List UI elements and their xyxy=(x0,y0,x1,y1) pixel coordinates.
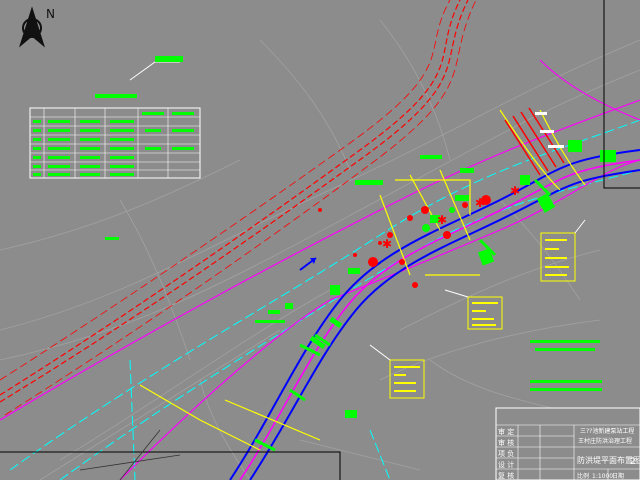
svg-text:✱: ✱ xyxy=(382,237,392,251)
title-row-approve: 审 定 xyxy=(498,427,514,436)
title-block: 审 定 审 核 项 负 设 计 复 核 三??池新建泵站工程 王村庄防洪治理工程… xyxy=(495,407,640,480)
title-row-check: 复 核 xyxy=(498,471,514,480)
scale-value: 1:1000 xyxy=(592,473,613,480)
north-label: N xyxy=(46,7,55,21)
title-row-review: 审 核 xyxy=(498,438,514,447)
svg-text:✱: ✱ xyxy=(475,196,485,210)
project-name-line-2: 王村庄防洪治理工程 xyxy=(578,437,632,445)
title-row-manager: 项 负 xyxy=(498,449,514,458)
cad-drawing-canvas[interactable]: N ✱ ✱ ✱ ✱ 审 定 审 核 项 负 设 计 复 核 三??池新建泵站工程… xyxy=(0,0,640,480)
project-name-line-1: 三??池新建泵站工程 xyxy=(580,427,634,435)
scale-label: 比例 xyxy=(577,472,589,480)
date-label: 日期 xyxy=(612,472,624,480)
svg-text:✱: ✱ xyxy=(510,184,520,198)
title-row-design: 设 计 xyxy=(498,460,514,469)
svg-text:✱: ✱ xyxy=(437,213,447,227)
sheet-number: 2 xyxy=(630,457,636,467)
